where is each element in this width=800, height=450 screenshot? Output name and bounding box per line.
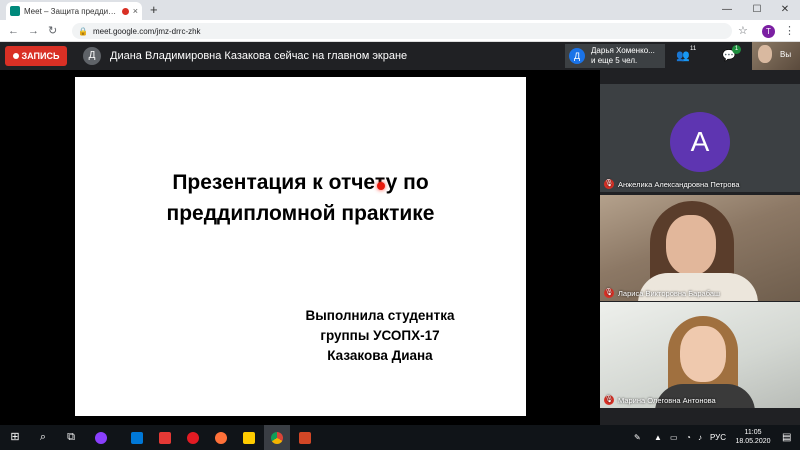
yandex-browser-icon (243, 431, 255, 444)
close-window-button[interactable]: ✕ (770, 0, 800, 20)
presentation-slide: Презентация к отчету по преддипломной пр… (75, 77, 526, 416)
meet-top-bar: ЗАПИСЬ Д Диана Владимировна Казакова сей… (0, 42, 800, 70)
windows-taskbar: ⊞ ⌕ ⧉ ✎ ▲ ▭ ◔ ♪ РУС 11:05 18.05.2020 ▤ (0, 425, 800, 450)
participant-name: Лариса Викторовна Барабаш (618, 288, 721, 298)
opera-icon (187, 431, 199, 444)
browser-menu-icon[interactable]: ⋮ (784, 23, 795, 39)
slide-title: Презентация к отчету по преддипломной пр… (75, 167, 526, 229)
new-tab-button[interactable]: + (150, 2, 158, 18)
laser-pointer (377, 182, 385, 190)
participant-tile[interactable]: А 🎙 Анжелика Александровна Петрова (600, 84, 800, 192)
participant-avatar: А (670, 112, 730, 172)
participants-preview[interactable]: Д Дарья Хоменко... и еще 5 чел. (565, 44, 665, 68)
recording-indicator-icon (121, 7, 129, 15)
alice-assistant-button[interactable] (88, 425, 114, 450)
self-video-face (758, 45, 772, 63)
mic-off-icon: 🎙 (604, 179, 614, 189)
slide-author-line-1: Выполнила студентка (305, 308, 455, 323)
alice-icon (95, 431, 107, 444)
participant-name-row: 🎙 Анжелика Александровна Петрова (604, 179, 740, 189)
participant-preview-more: и еще 5 чел. (591, 56, 638, 65)
participant-tile[interactable]: 🎙 Лариса Викторовна Барабаш (600, 195, 800, 301)
taskbar-app[interactable] (236, 425, 262, 450)
self-video-thumbnail[interactable]: Вы (752, 42, 800, 70)
url-text: meet.google.com/jmz-drrc-zhk (92, 26, 201, 36)
store-icon (131, 431, 143, 444)
task-view-icon: ⧉ (67, 431, 75, 443)
address-bar-row: ← → ↻ 🔒 meet.google.com/jmz-drrc-zhk ☆ T… (0, 20, 800, 42)
presenter-avatar: Д (83, 47, 101, 65)
meet-favicon-icon (10, 6, 20, 16)
taskbar-app-powerpoint[interactable] (292, 425, 318, 450)
mic-off-icon: 🎙 (604, 395, 614, 405)
video-figure-face (666, 215, 716, 275)
chat-badge: 1 (732, 45, 741, 54)
tab-title: Meet – Защита предди… (24, 6, 117, 16)
clock[interactable]: 11:05 18.05.2020 (730, 428, 776, 446)
browser-tab-strip: Meet – Защита предди… × + — ☐ ✕ (0, 0, 800, 20)
taskbar-app[interactable] (124, 425, 150, 450)
taskbar-app[interactable] (180, 425, 206, 450)
participant-tile[interactable]: 🎙 Марина Олеговна Антонова (600, 302, 800, 408)
participant-name: Анжелика Александровна Петрова (618, 179, 740, 189)
slide-author-line-3: Казакова Диана (327, 348, 433, 363)
wifi-icon[interactable]: ◔ (686, 425, 691, 450)
task-view-button[interactable]: ⧉ (58, 425, 84, 450)
battery-icon[interactable]: ▭ (670, 425, 678, 450)
participant-preview-avatar: Д (569, 48, 585, 64)
chrome-icon (271, 431, 283, 444)
search-icon: ⌕ (39, 431, 47, 443)
windows-logo-icon: ⊞ (10, 431, 20, 443)
screen: Meet – Защита предди… × + — ☐ ✕ ← → ↻ 🔒 … (0, 0, 800, 450)
taskbar-app-chrome[interactable] (264, 425, 290, 450)
reload-icon[interactable]: ↻ (48, 23, 57, 39)
participant-preview-name: Дарья Хоменко... (591, 46, 655, 55)
language-indicator[interactable]: РУС (710, 425, 726, 450)
firefox-icon (215, 431, 227, 444)
mic-off-icon: 🎙 (604, 288, 614, 298)
clock-date: 18.05.2020 (735, 438, 771, 445)
recording-button[interactable]: ЗАПИСЬ (5, 46, 67, 66)
people-icon[interactable]: 👥 (676, 48, 690, 64)
profile-avatar[interactable]: T (762, 25, 775, 38)
maximize-button[interactable]: ☐ (742, 0, 772, 20)
taskbar-app[interactable] (152, 425, 178, 450)
participant-video (600, 302, 800, 408)
participant-video (600, 195, 800, 301)
people-count: 11 (690, 46, 697, 52)
notifications-icon[interactable]: ▤ (782, 425, 791, 450)
video-figure-face (680, 326, 726, 382)
main-stage: Презентация к отчету по преддипломной пр… (0, 70, 600, 425)
bookmark-star-icon[interactable]: ☆ (738, 23, 748, 39)
slide-author-block: Выполнила студентка группы УСОПХ-17 Каза… (255, 306, 505, 366)
lock-icon: 🔒 (78, 26, 88, 36)
tab-close-button[interactable]: × (133, 6, 138, 16)
search-button[interactable]: ⌕ (30, 425, 56, 450)
slide-title-line-2: преддипломной практике (166, 202, 435, 225)
volume-icon[interactable]: ♪ (698, 425, 702, 450)
clock-time: 11:05 (744, 429, 762, 436)
presenter-status-text: Диана Владимировна Казакова сейчас на гл… (110, 50, 408, 62)
self-label: Вы (780, 50, 792, 59)
taskbar-app[interactable] (208, 425, 234, 450)
recording-label: ЗАПИСЬ (21, 51, 60, 61)
slide-author-line-2: группы УСОПХ-17 (320, 328, 440, 343)
participant-tiles: А 🎙 Анжелика Александровна Петрова 🎙 Лар… (600, 70, 800, 425)
url-field[interactable]: 🔒 meet.google.com/jmz-drrc-zhk (72, 23, 732, 39)
participant-name: Марина Олеговна Антонова (618, 395, 716, 405)
network-icon[interactable]: ▲ (654, 425, 662, 450)
minimize-button[interactable]: — (712, 0, 742, 20)
participant-name-row: 🎙 Марина Олеговна Антонова (604, 395, 716, 405)
participant-name-row: 🎙 Лариса Викторовна Барабаш (604, 288, 720, 298)
powerpoint-icon (299, 431, 311, 444)
record-dot-icon (12, 53, 19, 59)
slide-title-line-1: Презентация к отчету по (172, 171, 429, 194)
back-arrow-icon[interactable]: ← (8, 23, 19, 39)
pen-icon[interactable]: ✎ (634, 425, 641, 450)
forward-arrow-icon[interactable]: → (28, 23, 39, 39)
start-button[interactable]: ⊞ (2, 425, 28, 450)
browser-tab-meet[interactable]: Meet – Защита предди… × (6, 2, 142, 20)
yandex-icon (159, 431, 171, 444)
